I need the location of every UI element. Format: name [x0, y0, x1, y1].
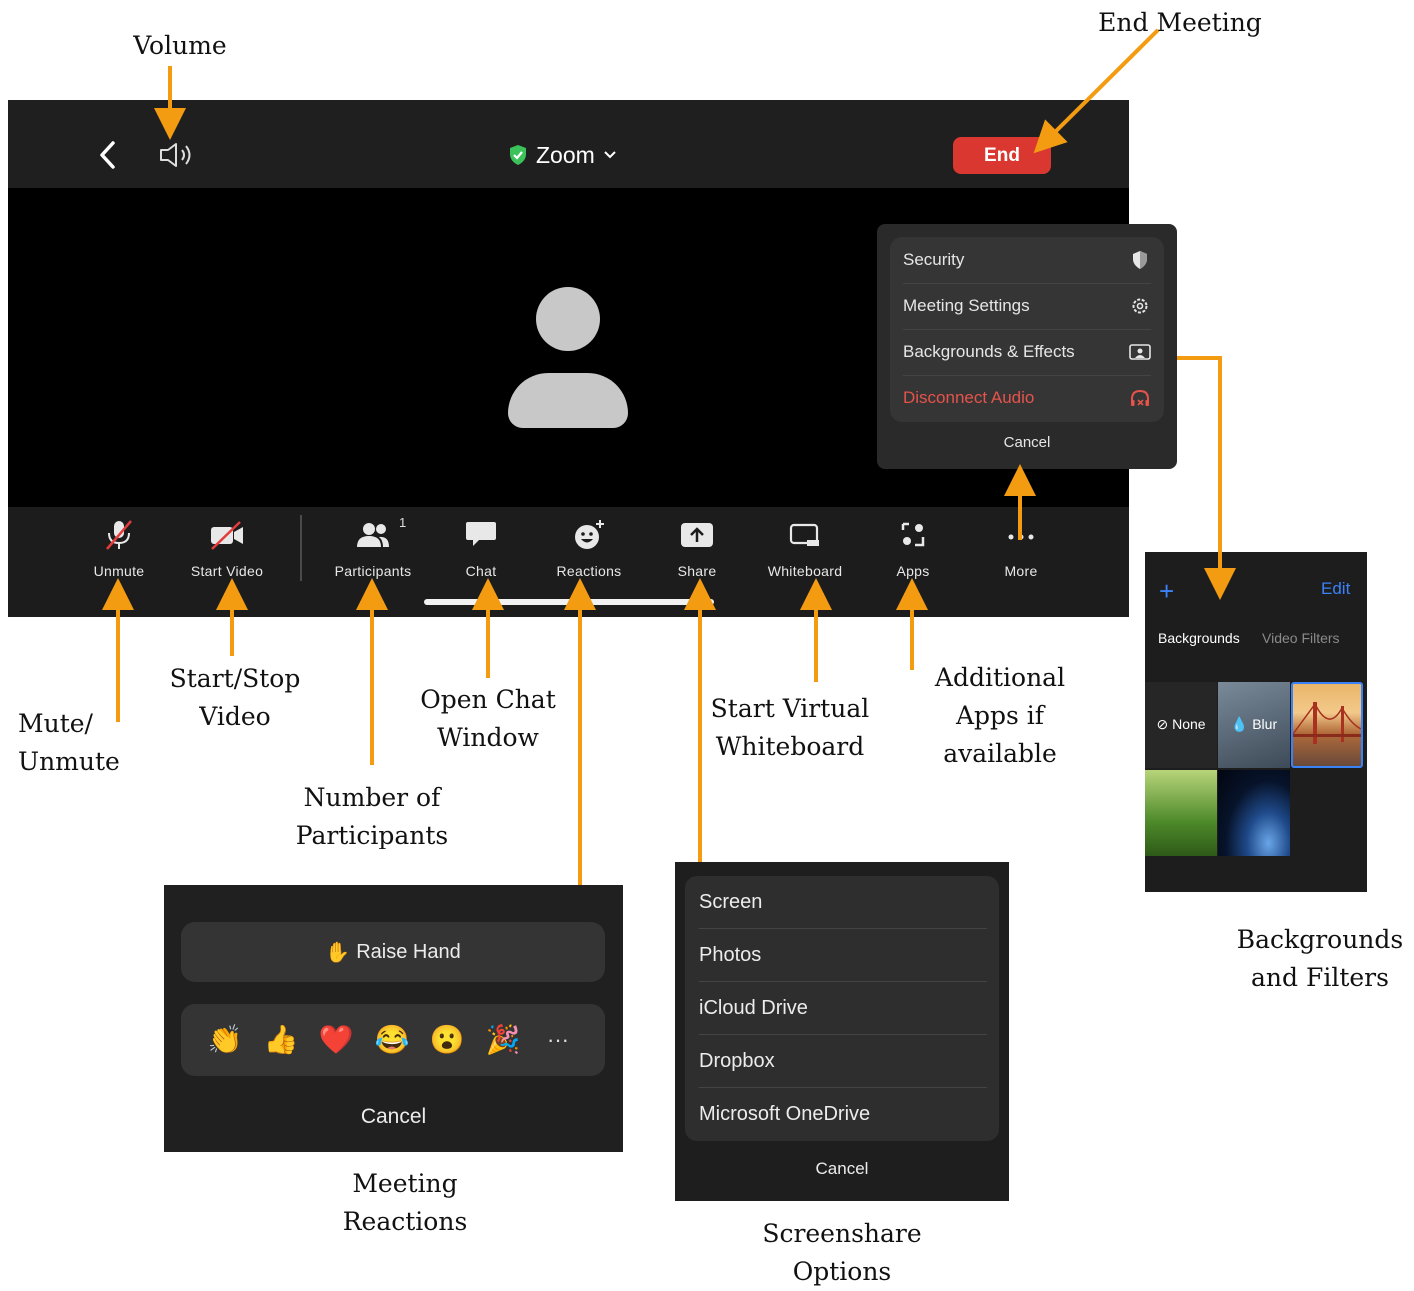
backgrounds-arrow — [1177, 356, 1236, 600]
end-meeting-arrow — [1033, 28, 1160, 154]
annotation-arrows — [102, 28, 1236, 885]
